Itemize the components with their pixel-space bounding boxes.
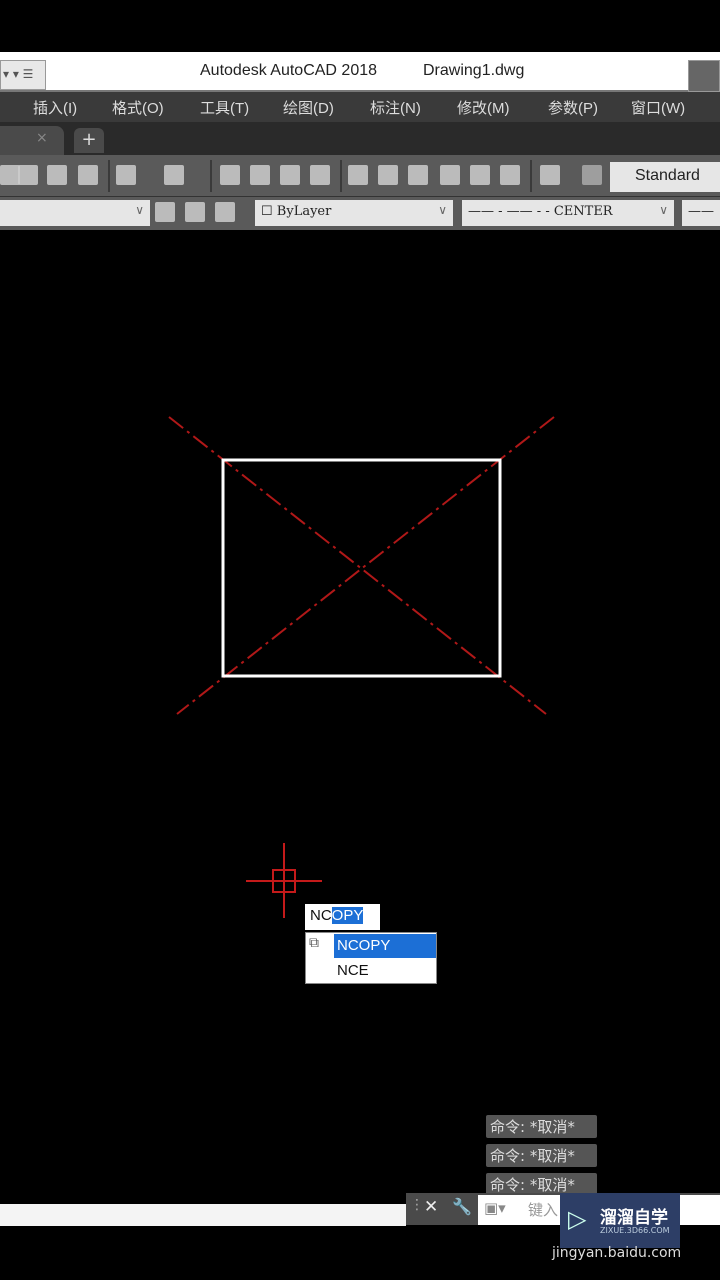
centerline-diagonal-2 xyxy=(176,416,555,715)
text-style-icon[interactable] xyxy=(582,165,602,185)
quick-access-toolbar[interactable]: ▾ ▾ ☰ xyxy=(0,60,46,90)
color-value: ByLayer xyxy=(276,204,332,219)
watermark-logo: ▷ 溜溜自学 ZIXUE.3D66.COM xyxy=(560,1193,680,1248)
match-properties-icon[interactable] xyxy=(47,165,67,185)
menu-insert[interactable]: 插入(I) xyxy=(33,97,77,118)
linetype-select[interactable]: —— - —— - - CENTER ∨ xyxy=(462,200,674,226)
infocenter-button[interactable] xyxy=(688,60,720,92)
typed-text: NC xyxy=(310,907,332,924)
suggestion-ncopy[interactable]: NCOPY xyxy=(334,934,436,958)
ncopy-command-icon: ⧉ xyxy=(309,935,319,951)
zoom-previous-icon[interactable] xyxy=(310,165,330,185)
tab-drawing1[interactable] xyxy=(0,126,64,155)
new-tab-button[interactable]: + xyxy=(74,128,104,153)
menu-format[interactable]: 格式(O) xyxy=(112,97,164,118)
command-placeholder: 键入 xyxy=(528,1201,559,1219)
file-tab-bar xyxy=(0,122,720,155)
wrench-icon[interactable]: 🔧 xyxy=(452,1197,472,1216)
text-style-select[interactable]: Standard xyxy=(610,162,720,192)
layer-states-icon[interactable] xyxy=(215,202,235,222)
file-name: Drawing1.dwg xyxy=(423,62,525,79)
source-watermark: jingyan.baidu.com xyxy=(552,1245,682,1261)
undo-icon[interactable] xyxy=(116,165,136,185)
layer-previous-icon[interactable] xyxy=(185,202,205,222)
grip-handle[interactable]: ⋮ xyxy=(410,1197,424,1213)
watermark-url: ZIXUE.3D66.COM xyxy=(600,1226,670,1235)
tool-palettes-icon[interactable] xyxy=(408,165,428,185)
centerline-diagonal-1 xyxy=(168,416,547,715)
help-icon[interactable] xyxy=(540,165,560,185)
close-icon[interactable]: ✕ xyxy=(424,1197,438,1217)
menu-bar: 插入(I) 格式(O) 工具(T) 绘图(D) 标注(N) 修改(M) 参数(P… xyxy=(0,92,720,122)
menu-draw[interactable]: 绘图(D) xyxy=(283,97,334,118)
zoom-realtime-icon[interactable] xyxy=(250,165,270,185)
status-strip xyxy=(0,1204,406,1226)
drawing-canvas[interactable] xyxy=(0,230,720,1190)
app-title: Autodesk AutoCAD 2018 xyxy=(200,62,378,79)
paste-icon[interactable] xyxy=(18,165,38,185)
autocomplete-list: ⧉ NCOPY NCE xyxy=(305,932,437,984)
command-prompt-icon[interactable]: ▣▾ xyxy=(484,1199,506,1217)
pan-icon[interactable] xyxy=(220,165,240,185)
linetype-value: —— - —— - - CENTER xyxy=(468,204,613,219)
menu-parametric[interactable]: 参数(P) xyxy=(548,97,598,118)
properties-icon[interactable] xyxy=(348,165,368,185)
tab-close-icon[interactable]: × xyxy=(36,130,48,146)
block-editor-icon[interactable] xyxy=(78,165,98,185)
color-select[interactable]: ☐ ByLayer ∨ xyxy=(255,200,453,226)
design-center-icon[interactable] xyxy=(378,165,398,185)
command-history: 命令: *取消* 命令: *取消* 命令: *取消* xyxy=(486,1115,597,1202)
dynamic-input[interactable]: NCOPY xyxy=(305,904,380,930)
menu-window[interactable]: 窗口(W) xyxy=(631,97,685,118)
autocomplete-text: OPY xyxy=(331,907,364,924)
watermark-name: 溜溜自学 xyxy=(600,1208,668,1228)
cut-icon[interactable] xyxy=(0,165,20,185)
markup-icon[interactable] xyxy=(470,165,490,185)
menu-modify[interactable]: 修改(M) xyxy=(457,97,510,118)
rectangle xyxy=(221,458,502,678)
history-line: 命令: *取消* xyxy=(486,1144,597,1167)
menu-dimension[interactable]: 标注(N) xyxy=(370,97,421,118)
lineweight-select[interactable]: —— xyxy=(682,200,720,226)
suggestion-nce[interactable]: NCE xyxy=(334,959,436,983)
layer-select[interactable]: ∨ xyxy=(0,200,150,226)
menu-tools[interactable]: 工具(T) xyxy=(200,97,249,118)
sheet-set-icon[interactable] xyxy=(440,165,460,185)
layer-current-icon[interactable] xyxy=(155,202,175,222)
play-logo-icon: ▷ xyxy=(568,1205,587,1233)
redo-icon[interactable] xyxy=(164,165,184,185)
history-line: 命令: *取消* xyxy=(486,1115,597,1138)
zoom-window-icon[interactable] xyxy=(280,165,300,185)
calculator-icon[interactable] xyxy=(500,165,520,185)
